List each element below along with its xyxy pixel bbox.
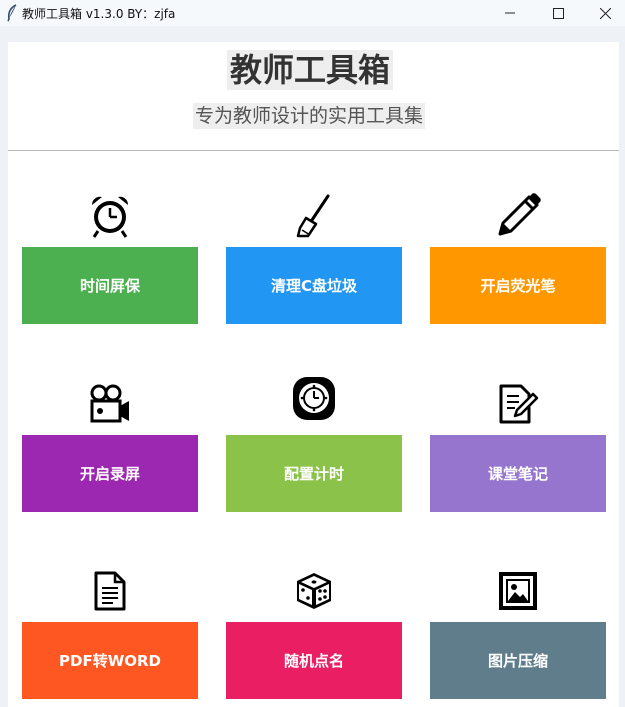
tool-image-compress: 图片压缩 bbox=[430, 567, 606, 707]
header-divider bbox=[8, 150, 619, 151]
note-edit-icon bbox=[494, 380, 542, 428]
random-call-button[interactable]: 随机点名 bbox=[226, 622, 402, 699]
tool-highlighter: 开启荧光笔 bbox=[430, 192, 606, 342]
minimize-button[interactable] bbox=[487, 0, 533, 26]
pdf-to-word-button[interactable]: PDF转WORD bbox=[22, 622, 198, 699]
window-title: 教师工具箱 v1.3.0 BY：zjfa bbox=[22, 7, 176, 21]
image-compress-button[interactable]: 图片压缩 bbox=[430, 622, 606, 699]
window-titlebar: 教师工具箱 v1.3.0 BY：zjfa bbox=[0, 0, 625, 26]
alarm-clock-icon bbox=[86, 192, 134, 240]
tool-random-call: 随机点名 bbox=[226, 567, 402, 707]
video-camera-icon bbox=[86, 380, 134, 428]
highlighter-button[interactable]: 开启荧光笔 bbox=[430, 247, 606, 324]
broom-icon bbox=[290, 192, 338, 240]
dice-icon bbox=[290, 567, 338, 615]
main-panel: 教师工具箱 专为教师设计的实用工具集 时间屏保 清理C盘垃圾 开启荧光笔 开启录… bbox=[8, 42, 619, 707]
class-notes-button[interactable]: 课堂笔记 bbox=[430, 435, 606, 512]
screen-record-button[interactable]: 开启录屏 bbox=[22, 435, 198, 512]
time-screensaver-button[interactable]: 时间屏保 bbox=[22, 247, 198, 324]
clean-c-drive-button[interactable]: 清理C盘垃圾 bbox=[226, 247, 402, 324]
app-title: 教师工具箱 bbox=[227, 50, 394, 90]
tool-pdf-to-word: PDF转WORD bbox=[22, 567, 198, 707]
tool-time-screensaver: 时间屏保 bbox=[22, 192, 198, 342]
feather-icon bbox=[6, 4, 18, 22]
timer-dial-icon bbox=[290, 374, 338, 422]
configure-timer-button[interactable]: 配置计时 bbox=[226, 435, 402, 512]
tool-class-notes: 课堂笔记 bbox=[430, 380, 606, 530]
pencil-icon bbox=[494, 192, 542, 240]
tool-clean-c-drive: 清理C盘垃圾 bbox=[226, 192, 402, 342]
image-icon bbox=[494, 567, 542, 615]
tool-screen-record: 开启录屏 bbox=[22, 380, 198, 530]
document-icon bbox=[86, 567, 134, 615]
tool-configure-timer: 配置计时 bbox=[226, 377, 402, 530]
close-button[interactable] bbox=[582, 0, 625, 26]
maximize-button[interactable] bbox=[535, 0, 581, 26]
app-subtitle: 专为教师设计的实用工具集 bbox=[193, 103, 426, 129]
